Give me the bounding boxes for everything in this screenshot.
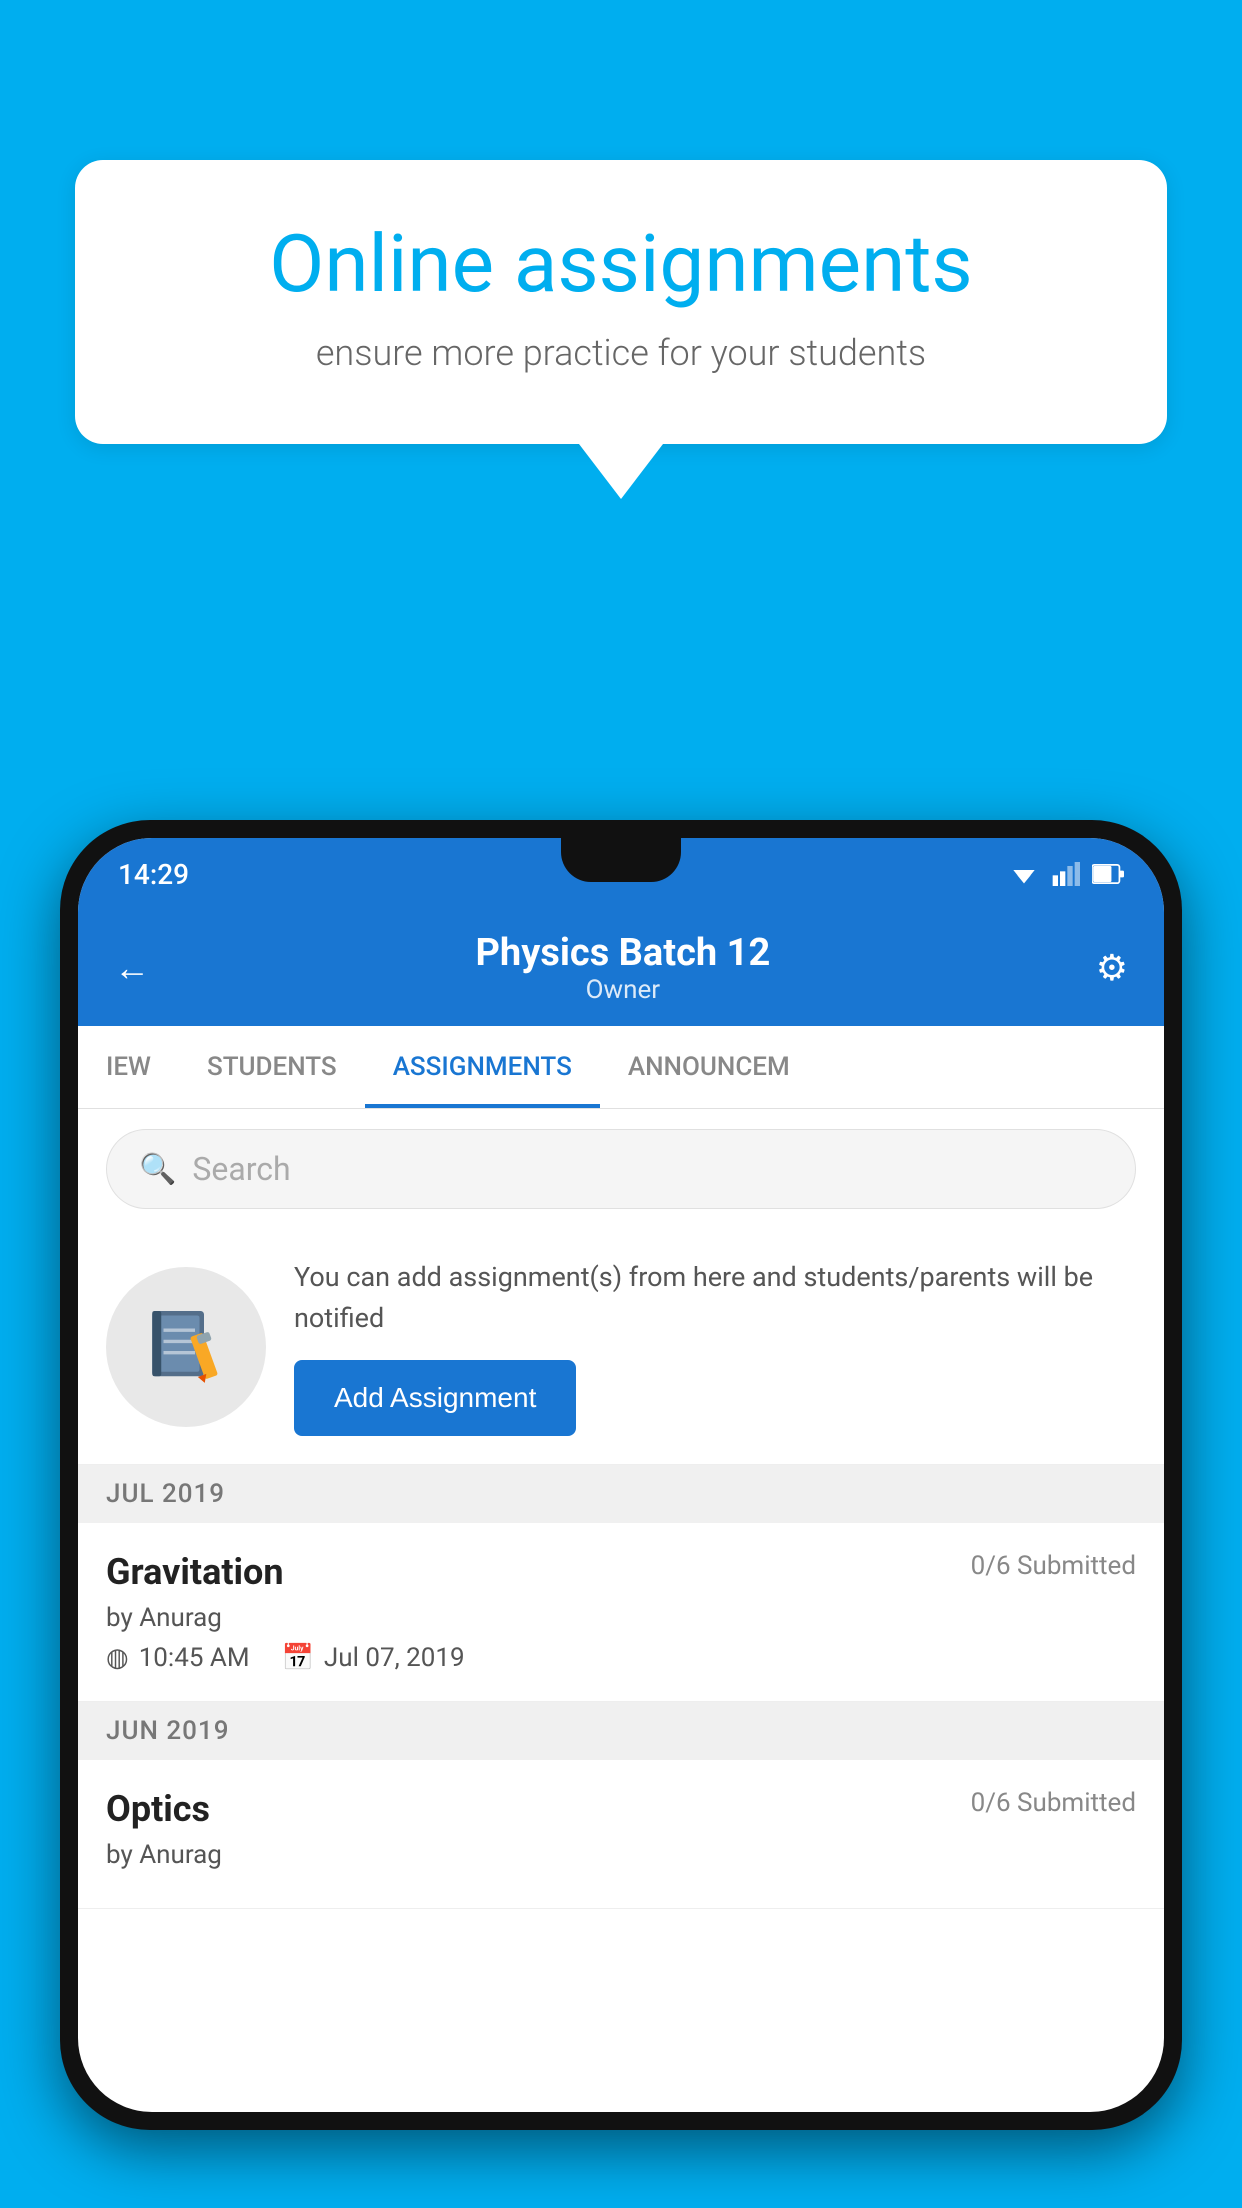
signal-icon: [1052, 862, 1080, 886]
back-button[interactable]: ←: [114, 947, 150, 989]
month-separator-jul: JUL 2019: [78, 1465, 1164, 1523]
speech-bubble-container: Online assignments ensure more practice …: [75, 160, 1167, 499]
month-separator-jun: JUN 2019: [78, 1702, 1164, 1760]
assignment-date: 📅 Jul 07, 2019: [282, 1643, 465, 1673]
speech-bubble-title: Online assignments: [145, 220, 1097, 308]
phone-outer: 14:29: [60, 820, 1182, 2130]
gear-icon[interactable]: ⚙: [1096, 947, 1128, 989]
assignment-meta: ◍ 10:45 AM 📅 Jul 07, 2019: [106, 1643, 1136, 1673]
app-header: ← Physics Batch 12 Owner ⚙: [78, 910, 1164, 1026]
status-time: 14:29: [118, 858, 189, 891]
add-assignment-button[interactable]: Add Assignment: [294, 1360, 576, 1436]
battery-icon: [1092, 864, 1124, 884]
tabs-container: IEW STUDENTS ASSIGNMENTS ANNOUNCEM: [78, 1026, 1164, 1109]
add-assignment-card: You can add assignment(s) from here and …: [78, 1229, 1164, 1465]
search-bar[interactable]: 🔍 Search: [106, 1129, 1136, 1209]
phone-container: 14:29: [60, 820, 1182, 2208]
assignment-item-gravitation[interactable]: Gravitation 0/6 Submitted by Anurag ◍ 10…: [78, 1523, 1164, 1702]
speech-bubble-subtitle: ensure more practice for your students: [145, 332, 1097, 374]
assignment-submitted: 0/6 Submitted: [971, 1551, 1136, 1581]
search-container: 🔍 Search: [78, 1109, 1164, 1229]
clock-icon: ◍: [106, 1643, 129, 1673]
assignment-icon-circle: [106, 1267, 266, 1427]
calendar-icon: 📅: [282, 1643, 314, 1673]
speech-bubble-arrow: [579, 444, 663, 499]
notebook-icon: [141, 1302, 231, 1392]
tab-iew[interactable]: IEW: [78, 1026, 179, 1108]
header-center: Physics Batch 12 Owner: [150, 931, 1096, 1005]
search-placeholder: Search: [192, 1150, 290, 1188]
notch: [561, 838, 681, 882]
assignment-time: ◍ 10:45 AM: [106, 1643, 250, 1673]
status-bar: 14:29: [78, 838, 1164, 910]
assignment-name-optics: Optics: [106, 1788, 210, 1830]
search-icon: 🔍: [139, 1152, 176, 1187]
header-title: Physics Batch 12: [150, 931, 1096, 975]
wifi-icon: [1008, 862, 1040, 886]
assignment-item-optics[interactable]: Optics 0/6 Submitted by Anurag: [78, 1760, 1164, 1909]
tab-announcements[interactable]: ANNOUNCEM: [600, 1026, 818, 1108]
assignment-submitted-optics: 0/6 Submitted: [971, 1788, 1136, 1818]
assignment-name: Gravitation: [106, 1551, 284, 1593]
status-icons: [1008, 862, 1124, 886]
phone-inner: 14:29: [78, 838, 1164, 2112]
add-assignment-description: You can add assignment(s) from here and …: [294, 1257, 1136, 1338]
tab-students[interactable]: STUDENTS: [179, 1026, 365, 1108]
speech-bubble: Online assignments ensure more practice …: [75, 160, 1167, 444]
tab-assignments[interactable]: ASSIGNMENTS: [365, 1026, 600, 1108]
assignment-by: by Anurag: [106, 1603, 1136, 1633]
assignment-by-optics: by Anurag: [106, 1840, 1136, 1870]
add-assignment-right: You can add assignment(s) from here and …: [294, 1257, 1136, 1436]
assignment-item-header-optics: Optics 0/6 Submitted: [106, 1788, 1136, 1830]
assignment-item-header: Gravitation 0/6 Submitted: [106, 1551, 1136, 1593]
header-subtitle: Owner: [150, 975, 1096, 1005]
